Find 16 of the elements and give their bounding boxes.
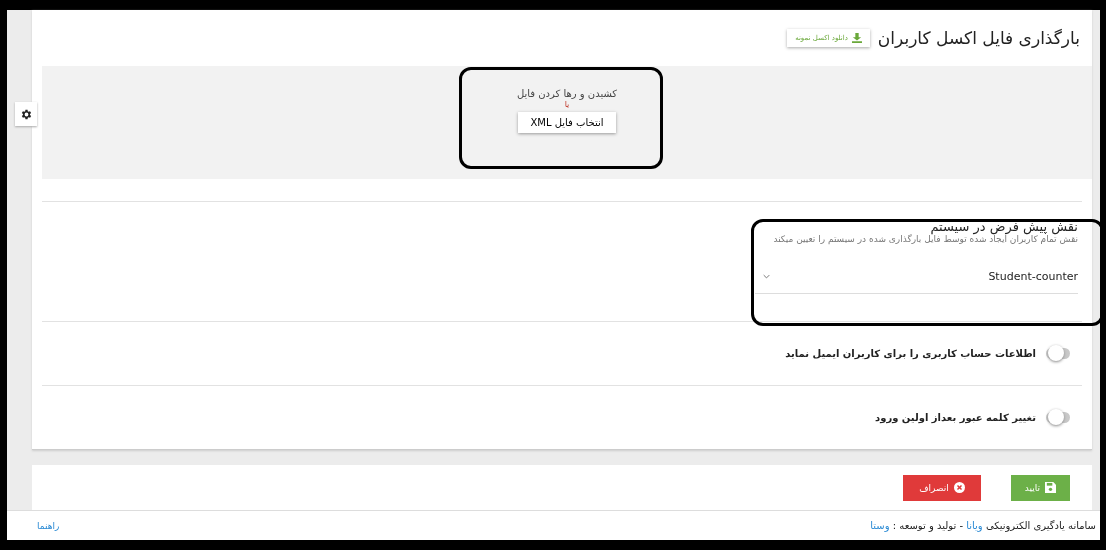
choose-file-button[interactable]: انتخاب فایل XML	[518, 112, 616, 133]
role-select[interactable]: Student-counter	[755, 266, 1078, 294]
dropzone[interactable]: کشیدن و رها کردن فایل یا انتخاب فایل XML	[42, 66, 1092, 179]
confirm-button[interactable]: تایید	[1010, 474, 1070, 501]
footer-link[interactable]: ویانا	[966, 520, 983, 531]
toggle-label: اطلاعات حساب کاربری را برای کاربران ایمیل نماید	[785, 348, 1036, 359]
section-description: نقش تمام کاربران ایجاد شده توسط فایل بارگذاری شده در سیستم را تعیین میکند	[772, 234, 1078, 244]
footer-link[interactable]: وستا	[870, 520, 890, 531]
page-title: بارگذاری فایل اکسل کاربران	[877, 28, 1080, 48]
cancel-button[interactable]: انصراف	[903, 474, 981, 501]
help-link[interactable]: راهنما	[37, 520, 60, 531]
section-title: نقش پیش فرض در سیستم	[929, 219, 1078, 234]
or-label: یا	[564, 100, 570, 109]
toggle-label: تغییر کلمه عبور بعداز اولین ورود	[875, 412, 1036, 423]
dropzone-prompt: کشیدن و رها کردن فایل	[516, 88, 618, 99]
footer-credits: سامانه یادگیری الکترونیکی ویانا - تولید و توسعه : وستا	[870, 520, 1096, 531]
